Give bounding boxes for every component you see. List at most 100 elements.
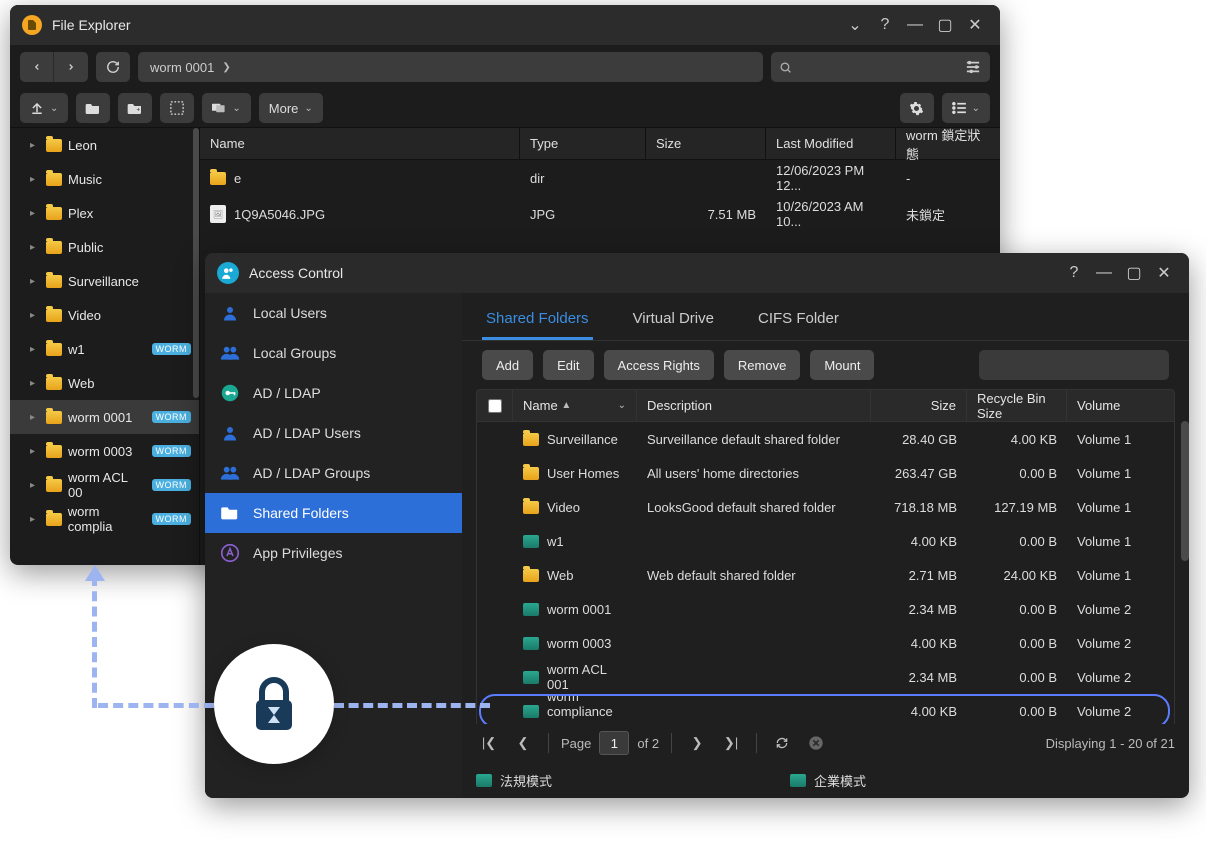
breadcrumb[interactable]: worm 0001 ❯ [138,52,763,82]
col-recycle-bin-size[interactable]: Recycle Bin Size [967,390,1067,421]
select-all-checkbox[interactable] [488,399,502,413]
page-input[interactable] [599,731,629,755]
scrollbar-thumb[interactable] [1181,421,1189,561]
close-icon[interactable]: ✕ [1151,260,1177,286]
col-volume[interactable]: Volume [1067,390,1174,421]
table-row[interactable]: Video LooksGood default shared folder 71… [477,490,1174,524]
col-size[interactable]: Size [871,390,967,421]
tree-item[interactable]: ▸ worm complia WORM [10,502,199,536]
tree-item[interactable]: ▸ Music [10,162,199,196]
close-icon[interactable]: ✕ [962,12,988,38]
file-row[interactable]: 🖼1Q9A5046.JPG JPG 7.51 MB 10/26/2023 AM … [200,196,1000,232]
group-icon [219,464,241,482]
sidebar-item[interactable]: App Privileges [205,533,462,573]
row-size: 718.18 MB [871,490,967,524]
settings-button[interactable] [900,93,934,123]
tree-item[interactable]: ▸ w1 WORM [10,332,199,366]
page-first-button[interactable]: |❮ [476,730,502,756]
col-last-modified[interactable]: Last Modified [766,128,896,159]
tree-item[interactable]: ▸ worm ACL 00 WORM [10,468,199,502]
dashed-line-vertical [92,576,97,708]
mount-button[interactable]: Mount [810,350,874,380]
minimize-icon[interactable]: — [902,12,928,38]
row-size: 4.00 KB [871,694,967,724]
collapse-icon[interactable]: ⌄ [842,12,868,38]
table-row[interactable]: worm 0003 4.00 KB 0.00 B Volume 2 [477,626,1174,660]
tab-virtual-drive[interactable]: Virtual Drive [629,310,718,340]
sidebar-item[interactable]: AD / LDAP Users [205,413,462,453]
tab-cifs-folder[interactable]: CIFS Folder [754,310,843,340]
search-options-button[interactable] [956,52,990,82]
maximize-icon[interactable]: ▢ [1121,260,1147,286]
tree-item[interactable]: ▸ Surveillance [10,264,199,298]
minimize-icon[interactable]: — [1091,260,1117,286]
sidebar-item[interactable]: AD / LDAP Groups [205,453,462,493]
col-worm-state[interactable]: worm 鎖定狀態 [896,128,1000,159]
tree-item[interactable]: ▸ Leon [10,128,199,162]
view-mode-button[interactable]: ⌄ [942,93,990,123]
add-button[interactable]: Add [482,350,533,380]
sidebar-item[interactable]: Local Users [205,293,462,333]
select-all-button[interactable] [160,93,194,123]
help-icon[interactable]: ? [872,12,898,38]
page-prev-button[interactable]: ❮ [510,730,536,756]
back-button[interactable] [20,52,54,82]
row-recycle-bin-size: 0.00 B [967,626,1067,660]
upload-button[interactable]: ⌄ [20,93,68,123]
sidebar-item[interactable]: AD / LDAP [205,373,462,413]
col-size[interactable]: Size [646,128,766,159]
refresh-button[interactable] [96,52,130,82]
search-input[interactable] [987,358,1164,373]
sidebar-item[interactable]: Shared Folders [205,493,462,533]
col-name[interactable]: Name [200,128,520,159]
copy-to-button[interactable]: ⌄ [202,93,250,123]
table-row[interactable]: worm 0001 2.34 MB 0.00 B Volume 2 [477,592,1174,626]
access-rights-button[interactable]: Access Rights [604,350,714,380]
folder-tree[interactable]: ▸ Leon ▸ Music ▸ Plex ▸ Public ▸ Surveil… [10,128,200,565]
tree-item[interactable]: ▸ Video [10,298,199,332]
new-folder-button[interactable] [76,93,110,123]
tree-item[interactable]: ▸ worm 0003 WORM [10,434,199,468]
chevron-down-icon[interactable]: ⌄ [618,400,626,411]
maximize-icon[interactable]: ▢ [932,12,958,38]
col-checkbox[interactable] [477,390,513,421]
breadcrumb-segment: worm 0001 [150,60,214,75]
tree-item-label: Video [68,308,101,323]
shared-folders-table: Name ▲⌄ Description Size Recycle Bin Siz… [462,389,1189,724]
new-shared-folder-button[interactable]: + [118,93,152,123]
access-control-titlebar: Access Control ? — ▢ ✕ [205,253,1189,293]
forward-button[interactable] [54,52,88,82]
table-row[interactable]: Web Web default shared folder 2.71 MB 24… [477,558,1174,592]
folder-icon [46,513,62,526]
tab-shared-folders[interactable]: Shared Folders [482,310,593,340]
tree-item[interactable]: ▸ Web [10,366,199,400]
caret-right-icon: ▸ [30,480,40,491]
col-description[interactable]: Description [637,390,871,421]
tree-item[interactable]: ▸ Public [10,230,199,264]
tree-item[interactable]: ▸ worm 0001 WORM [10,400,199,434]
table-row[interactable]: User Homes All users' home directories 2… [477,456,1174,490]
folder-green-icon [790,774,806,787]
sidebar-item-label: App Privileges [253,545,343,561]
table-row[interactable]: worm compliance ... 4.00 KB 0.00 B Volum… [477,694,1174,724]
table-row[interactable]: Surveillance Surveillance default shared… [477,422,1174,456]
sidebar-item[interactable]: Local Groups [205,333,462,373]
remove-button[interactable]: Remove [724,350,800,380]
clear-button[interactable] [803,730,829,756]
tree-item-label: Public [68,240,103,255]
scrollbar-thumb[interactable] [193,128,199,398]
search-input[interactable] [798,60,948,75]
col-type[interactable]: Type [520,128,646,159]
more-button[interactable]: More ⌄ [259,93,323,123]
help-icon[interactable]: ? [1061,260,1087,286]
pager: |❮ ❮ Page of 2 ❯ ❯| Displaying 1 - 20 of… [462,724,1189,762]
page-last-button[interactable]: ❯| [718,730,744,756]
file-worm-state: - [896,160,1000,196]
table-row[interactable]: w1 4.00 KB 0.00 B Volume 1 [477,524,1174,558]
edit-button[interactable]: Edit [543,350,593,380]
page-next-button[interactable]: ❯ [684,730,710,756]
file-row[interactable]: e dir 12/06/2023 PM 12... - [200,160,1000,196]
tree-item[interactable]: ▸ Plex [10,196,199,230]
refresh-button[interactable] [769,730,795,756]
col-name[interactable]: Name ▲⌄ [513,390,637,421]
